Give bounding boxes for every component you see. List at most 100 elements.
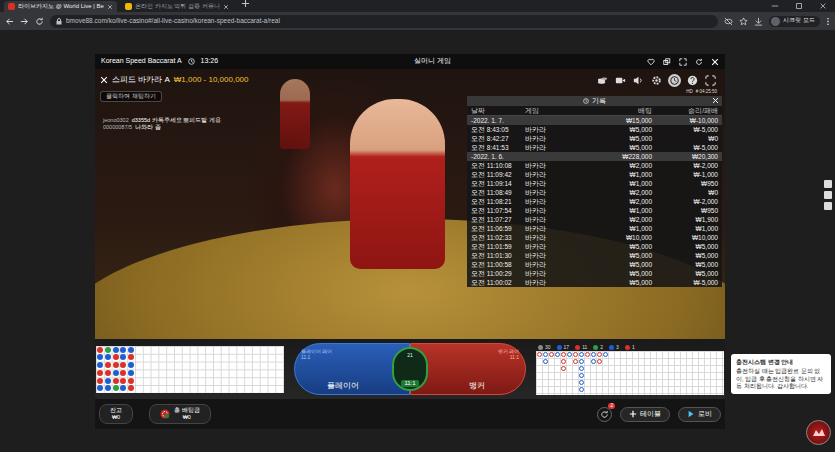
history-row: 오전 11:09:14바카라₩1,000₩950: [467, 179, 722, 188]
eye-off-icon[interactable]: [724, 17, 733, 26]
big-road-cell: [578, 372, 584, 379]
stat-dot-icon: [538, 345, 543, 350]
player-pair[interactable]: 플레이어 페어 11:1: [301, 348, 385, 361]
forward-icon[interactable]: [20, 17, 29, 26]
history-result: ₩5,000: [656, 269, 718, 278]
bead-dot: [128, 347, 134, 353]
chat-button[interactable]: 클릭하여 채팅하기: [100, 91, 162, 102]
history-bet: ₩1,000: [581, 206, 652, 215]
history-result: ₩-2,000: [656, 197, 718, 206]
chat-text: d3355d 카톡주세요 뽀피드발 게용: [132, 117, 221, 123]
big-road-cell: [584, 372, 590, 379]
road-stat-value: 2: [600, 344, 603, 350]
big-road-cell: [560, 365, 566, 372]
fullscreen-icon[interactable]: [704, 74, 717, 87]
big-road-cell: [584, 351, 590, 358]
big-road-cell: [572, 351, 578, 358]
tool-icon[interactable]: [824, 191, 832, 199]
tab-strip: 라이브카지노 @ World Live | Be 온라인 카지노 먹튀 검증 커뮤…: [0, 0, 835, 12]
tie-bet[interactable]: 21 11:1: [392, 347, 428, 391]
big-road-ring: [585, 352, 590, 357]
banker-pair[interactable]: 뱅커 페어 11:1: [498, 348, 519, 361]
star-icon[interactable]: [739, 17, 748, 26]
site-logo[interactable]: [806, 420, 831, 445]
history-bet: ₩2,000: [581, 188, 652, 197]
menu-icon[interactable]: [826, 17, 830, 26]
copy-icon[interactable]: [663, 58, 671, 66]
stat-dot-icon: [557, 345, 562, 350]
reload-icon[interactable]: [35, 17, 44, 26]
big-road-cell: [602, 372, 608, 379]
big-road-cell: [536, 358, 542, 365]
close-icon[interactable]: [711, 58, 719, 66]
big-road-cell: [584, 365, 590, 372]
big-road-cell: [602, 365, 608, 372]
table-name: 스피드 바카라 A: [112, 75, 170, 85]
history-row: 오전 11:07:54바카라₩1,000₩950: [467, 206, 722, 215]
history-result: ₩5,000: [656, 242, 718, 251]
history-game: 바카라: [525, 161, 577, 170]
close-icon[interactable]: [712, 97, 719, 104]
new-tab-icon[interactable]: [241, 0, 250, 8]
history-button[interactable]: [668, 74, 681, 87]
big-road-cell: [542, 386, 548, 393]
history-row: 오전 11:08:21바카라₩2,000₩-2,000: [467, 197, 722, 206]
maximize-icon[interactable]: [795, 2, 803, 10]
minimize-icon[interactable]: [771, 2, 779, 10]
history-result: ₩950: [656, 206, 718, 215]
bead-dot: [105, 385, 111, 391]
lobby-button[interactable]: 로비: [678, 407, 721, 422]
game-footer: 잔고 ₩0 총 배팅금 ₩0 2 테이블: [95, 399, 725, 429]
history-time: 오전 11:02:33: [471, 233, 521, 242]
total-bet-value: ₩0: [174, 414, 200, 421]
browser-tab[interactable]: 온라인 카지노 먹튀 검증 커뮤니: [121, 1, 233, 12]
big-road-cell: [602, 351, 608, 358]
profile-chip[interactable]: 시크릿 모드: [769, 16, 820, 27]
big-road-cell: [584, 379, 590, 386]
close-icon[interactable]: [819, 2, 827, 10]
history-bet: ₩5,000: [581, 134, 652, 143]
gear-icon[interactable]: [650, 74, 663, 87]
big-road-cell: [554, 358, 560, 365]
balance-label: 잔고: [110, 407, 122, 414]
close-icon[interactable]: [100, 76, 108, 84]
download-icon[interactable]: [754, 17, 763, 26]
big-road-cell: [548, 372, 554, 379]
refresh-icon[interactable]: [695, 58, 703, 66]
history-row: 오전 11:00:29바카라₩5,000₩5,000: [467, 269, 722, 278]
help-icon[interactable]: [686, 74, 699, 87]
expand-icon[interactable]: [679, 58, 687, 66]
big-road-ring: [597, 352, 602, 357]
history-row: 오전 8:42:27바카라₩5,000₩0: [467, 134, 722, 143]
stream-code: # 04:25:50: [696, 89, 717, 94]
table-button[interactable]: 테이블: [620, 407, 670, 422]
chips-icon[interactable]: [596, 74, 609, 87]
bead-dot: [120, 370, 126, 376]
big-road-cell: [542, 358, 548, 365]
big-road-cell: [596, 379, 602, 386]
stat-dot-icon: [609, 345, 614, 350]
tab-close-icon[interactable]: [223, 4, 229, 10]
history-bet: ₩1,000: [581, 224, 652, 233]
tab-close-icon[interactable]: [107, 4, 113, 10]
history-round-button[interactable]: 2: [597, 407, 612, 422]
history-date: -2022. 1. 6.: [471, 152, 577, 161]
back-icon[interactable]: [5, 17, 14, 26]
browser-tab[interactable]: 라이브카지노 @ World Live | Be: [4, 1, 117, 12]
history-result: ₩-5,000: [656, 125, 718, 134]
road-stat-value: 1: [632, 344, 635, 350]
heart-icon[interactable]: [647, 58, 655, 66]
avatar-icon: [771, 17, 780, 26]
bead-dot: [113, 347, 119, 353]
bead-dot: [113, 354, 119, 360]
big-road-cell: [560, 372, 566, 379]
bead-dot: [113, 385, 119, 391]
url-field[interactable]: bmove88.com/ko/live-casino#/all-live-cas…: [50, 15, 718, 28]
big-road-cell: [560, 351, 566, 358]
history-game: 바카라: [525, 269, 577, 278]
speaker-icon[interactable]: [632, 74, 645, 87]
video-icon[interactable]: [614, 74, 627, 87]
tool-icon[interactable]: [824, 202, 832, 210]
tool-icon[interactable]: [824, 180, 832, 188]
history-column: 게임: [525, 107, 577, 115]
